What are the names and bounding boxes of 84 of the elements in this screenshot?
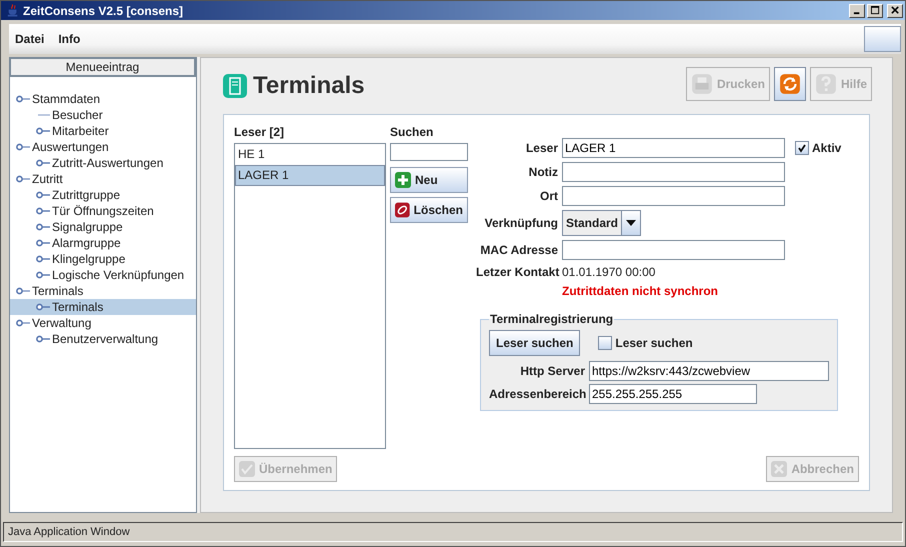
group-title: Terminalregistrierung	[489, 312, 614, 326]
tree-item[interactable]: Auswertungen	[10, 139, 196, 155]
tree-item[interactable]: Tür Öffnungszeiten	[10, 203, 196, 219]
status-bar: Java Application Window	[3, 522, 903, 542]
menu-item[interactable]: Datei	[15, 32, 44, 46]
check-icon	[239, 461, 255, 477]
checkbox-label: Aktiv	[812, 141, 842, 155]
tree-item[interactable]: Zutritt	[10, 171, 196, 187]
new-button[interactable]: Neu	[390, 167, 468, 193]
toolbar-button[interactable]	[864, 26, 901, 52]
printer-icon	[690, 73, 713, 95]
field-label: Leser	[524, 141, 558, 155]
tree-item[interactable]: Benutzerverwaltung	[10, 331, 196, 347]
maximize-icon	[870, 6, 880, 15]
checkbox[interactable]	[795, 141, 809, 155]
tree-item[interactable]: Logische Verknüpfungen	[10, 267, 196, 283]
key-icon	[36, 270, 50, 280]
tree-item[interactable]: Zutritt-Auswertungen	[10, 155, 196, 171]
tree-item[interactable]: Mitarbeiter	[10, 123, 196, 139]
node-icon	[16, 286, 30, 296]
key-icon	[36, 302, 50, 312]
key-icon	[36, 190, 50, 200]
refresh-icon	[778, 73, 801, 95]
search-field[interactable]	[390, 143, 468, 161]
tree-item[interactable]: Klingelgruppe	[10, 251, 196, 267]
tree-item[interactable]: Alarmgruppe	[10, 235, 196, 251]
delete-button[interactable]: Löschen	[390, 197, 468, 223]
list-label: Leser [2]	[234, 125, 286, 139]
tree-item[interactable]: Terminals	[10, 299, 196, 315]
field-label: Verknüpfung	[484, 216, 558, 230]
key-icon	[36, 206, 50, 216]
window-title: ZeitConsens V2.5 [consens]	[23, 4, 184, 18]
node-icon	[16, 174, 30, 184]
text-field[interactable]	[562, 240, 785, 260]
terminal-icon	[223, 74, 247, 98]
close-icon	[890, 6, 900, 15]
info-value: 01.01.1970 00:00	[562, 264, 656, 280]
search-label: Suchen	[390, 125, 434, 139]
dropdown[interactable]: Standard	[562, 210, 642, 236]
tree-item[interactable]: Verwaltung	[10, 315, 196, 331]
text-field[interactable]: LAGER 1	[562, 138, 785, 158]
text-field[interactable]	[562, 162, 785, 182]
caret-icon	[626, 220, 636, 226]
tree-item[interactable]: Zutrittgruppe	[10, 187, 196, 203]
node-icon	[16, 142, 30, 152]
list-item[interactable]: LAGER 1	[235, 165, 385, 186]
search-reader-button[interactable]: Leser suchen	[489, 330, 580, 356]
delete-icon	[395, 202, 410, 218]
key-icon	[36, 238, 50, 248]
key-icon	[36, 334, 50, 344]
tree-item[interactable]: Terminals	[10, 283, 196, 299]
text-field[interactable]: https://w2ksrv:443/zcwebview	[589, 361, 829, 381]
cup-icon	[7, 4, 19, 17]
tree-item[interactable]: Besucher	[10, 107, 196, 123]
tree-item[interactable]: Signalgruppe	[10, 219, 196, 235]
cancel-icon	[771, 461, 788, 477]
key-icon	[36, 158, 50, 168]
field-label: Http Server	[519, 364, 585, 378]
help-icon	[814, 73, 837, 95]
checkbox-label: Leser suchen	[615, 336, 693, 350]
text-field[interactable]: 255.255.255.255	[589, 384, 757, 404]
node-icon	[16, 318, 30, 328]
plus-icon	[395, 172, 411, 188]
warning-text: Zutrittdaten nicht synchron	[562, 284, 719, 298]
maximize-button[interactable]	[867, 4, 883, 18]
menu-item[interactable]: Info	[58, 32, 80, 46]
page-title: Terminals	[253, 72, 365, 100]
minimize-button[interactable]	[849, 4, 865, 18]
field-label: Adressenbereich	[489, 387, 585, 401]
list-item[interactable]: HE 1	[235, 144, 385, 165]
column-header: Menueeintrag	[10, 58, 196, 77]
tree-item[interactable]: Stammdaten	[10, 91, 196, 107]
node-icon	[16, 94, 30, 104]
close-button[interactable]	[887, 4, 903, 18]
key-icon	[36, 126, 50, 136]
field-label: MAC Adresse	[479, 243, 558, 257]
key-icon	[36, 254, 50, 264]
checkbox[interactable]	[598, 336, 612, 350]
key-icon	[36, 222, 50, 232]
refresh-button[interactable]	[774, 67, 806, 101]
field-label: Ort	[539, 189, 558, 203]
text-field[interactable]	[562, 186, 785, 206]
field-label: Notiz	[528, 165, 558, 179]
field-label: Letzer Kontakt	[476, 265, 558, 279]
